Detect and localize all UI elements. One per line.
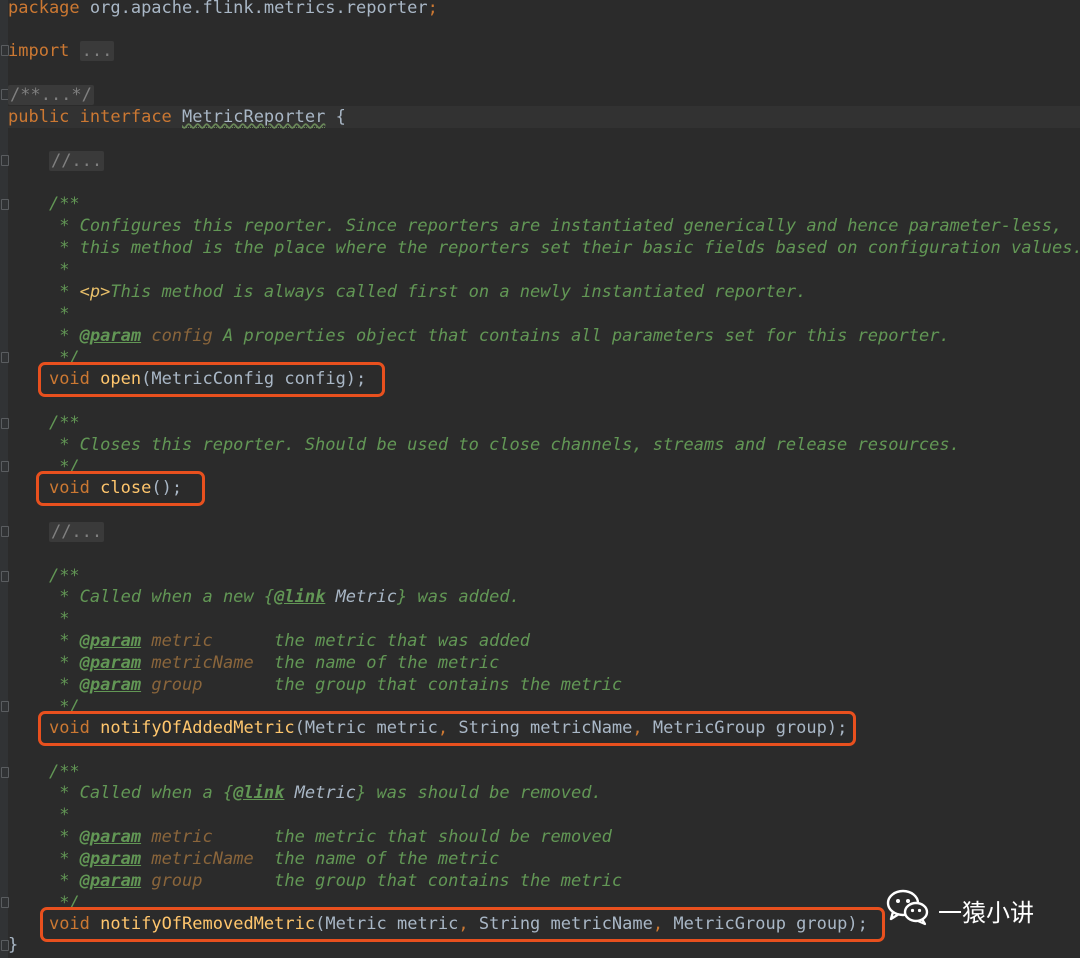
interface-name: MetricReporter — [182, 107, 326, 128]
open-doc-start: /** — [48, 194, 80, 214]
removed-doc-line: * Called when a {@link Metric} was shoul… — [48, 783, 602, 803]
close-doc-start: /** — [48, 413, 80, 433]
watermark: 一猿小讲 — [886, 888, 1034, 932]
added-doc-param: * @param metricName the name of the metr… — [48, 653, 500, 673]
fold-comment-1[interactable]: //... — [8, 150, 1080, 172]
open-doc-line: * @param config A properties object that… — [48, 326, 950, 346]
open-method-highlight — [38, 362, 385, 397]
removed-doc-param: * @param metricName the name of the metr… — [48, 849, 500, 869]
close-method-highlight — [36, 471, 205, 506]
notify-added-highlight — [38, 711, 856, 746]
closing-brace: } — [8, 935, 19, 955]
open-doc-line: * this method is the place where the rep… — [48, 238, 1080, 258]
code-editor[interactable]: package org.apache.flink.metrics.reporte… — [0, 0, 1080, 958]
close-doc-line: * Closes this reporter. Should be used t… — [48, 435, 960, 455]
open-doc-line: * <p>This method is always called first … — [48, 282, 807, 302]
open-doc-line: * Configures this reporter. Since report… — [48, 216, 1063, 236]
fold-comment-2[interactable]: //... — [8, 521, 1080, 543]
removed-doc-param: * @param metric the metric that should b… — [48, 827, 612, 847]
import-fold[interactable]: ... — [79, 41, 115, 61]
wechat-icon — [886, 888, 930, 932]
added-doc-line: * — [48, 609, 70, 629]
interface-declaration: public interface MetricReporter { — [8, 106, 1080, 128]
header-comment[interactable]: /**...*/ — [8, 84, 1080, 106]
open-doc-line: * — [48, 304, 70, 324]
removed-doc-line: * — [48, 805, 70, 825]
import-line: import ... — [8, 41, 115, 61]
watermark-text: 一猿小讲 — [938, 898, 1034, 927]
editor-gutter — [0, 0, 8, 958]
added-doc-start: /** — [48, 566, 80, 586]
added-doc-param: * @param group the group that contains t… — [48, 675, 623, 695]
added-doc-line: * Called when a new {@link Metric} was a… — [48, 587, 520, 607]
open-doc-line: * — [48, 260, 70, 280]
removed-doc-start: /** — [48, 762, 80, 782]
added-doc-param: * @param metric the metric that was adde… — [48, 631, 531, 651]
package-line: package org.apache.flink.metrics.reporte… — [8, 0, 438, 18]
